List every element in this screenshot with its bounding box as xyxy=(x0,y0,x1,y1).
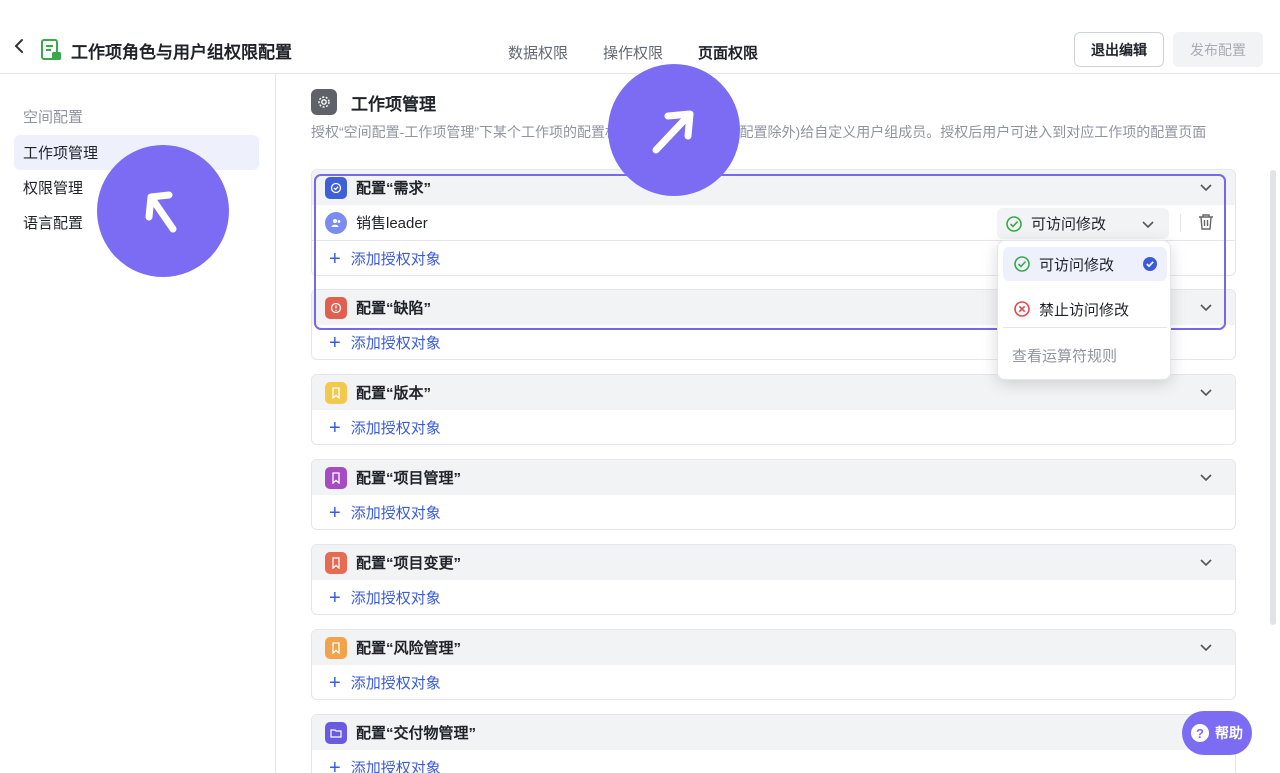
tutorial-pointer-tabs xyxy=(608,64,740,196)
member-row: 销售leader 可访问修改 xyxy=(312,205,1235,241)
scrollbar[interactable] xyxy=(1270,170,1276,625)
tutorial-pointer-sidebar xyxy=(97,145,229,277)
add-authorized-object-button[interactable]: + 添加授权对象 xyxy=(312,750,1235,773)
card-header[interactable]: 配置“需求” xyxy=(312,170,1235,205)
chevron-down-icon[interactable] xyxy=(1199,640,1213,654)
check-circle-icon xyxy=(1006,215,1022,232)
check-circle-icon xyxy=(1014,256,1030,272)
question-icon: ? xyxy=(1191,724,1209,742)
card-title: 配置“风险管理” xyxy=(356,640,462,657)
config-card-risk-management: 配置“风险管理” + 添加授权对象 xyxy=(311,629,1236,700)
add-label: 添加授权对象 xyxy=(350,760,441,773)
arrow-up-right-icon xyxy=(652,110,694,154)
dropdown-option-allow[interactable]: 可访问修改 xyxy=(1003,247,1167,281)
card-header[interactable]: 配置“交付物管理” xyxy=(312,715,1235,750)
folder-icon xyxy=(325,721,347,744)
plus-icon: + xyxy=(329,501,341,524)
chevron-down-icon[interactable] xyxy=(1199,180,1213,194)
document-lock-icon xyxy=(40,38,62,62)
card-header[interactable]: 配置“风险管理” xyxy=(312,630,1235,665)
add-label: 添加授权对象 xyxy=(350,420,441,437)
bookmark-icon xyxy=(325,551,347,574)
chevron-down-icon xyxy=(1142,221,1154,229)
arrow-up-left-icon xyxy=(145,191,177,233)
alert-circle-icon xyxy=(325,296,347,319)
section-description: 授权“空间配置-工作项管理”下某个工作项的配置权限(角色/流程的权限配置除外)给… xyxy=(311,124,1207,140)
help-label: 帮助 xyxy=(1215,725,1243,741)
card-title: 配置“版本” xyxy=(356,385,432,402)
add-label: 添加授权对象 xyxy=(350,675,441,692)
chevron-down-icon[interactable] xyxy=(1199,470,1213,484)
add-label: 添加授权对象 xyxy=(350,251,441,268)
tab-operation-permission[interactable]: 操作权限 xyxy=(603,42,663,63)
option-label: 可访问修改 xyxy=(1039,256,1115,274)
config-card-project-management: 配置“项目管理” + 添加授权对象 xyxy=(311,459,1236,530)
add-label: 添加授权对象 xyxy=(350,335,441,352)
card-header[interactable]: 配置“版本” xyxy=(312,375,1235,410)
tab-bar: 数据权限 操作权限 页面权限 xyxy=(508,42,758,63)
permission-select[interactable]: 可访问修改 xyxy=(997,208,1169,239)
bookmark-icon xyxy=(325,381,347,404)
config-card-project-change: 配置“项目变更” + 添加授权对象 xyxy=(311,544,1236,615)
plus-icon: + xyxy=(329,756,341,773)
card-title: 配置“交付物管理” xyxy=(356,725,477,742)
card-title: 配置“需求” xyxy=(356,180,432,197)
member-name: 销售leader xyxy=(356,215,428,232)
chevron-down-icon[interactable] xyxy=(1199,555,1213,569)
chevron-down-icon[interactable] xyxy=(1199,300,1213,314)
view-operator-rules-link[interactable]: 查看运算符规则 xyxy=(1012,345,1117,366)
permission-dropdown: 可访问修改 禁止访问修改 查看运算符规则 xyxy=(997,240,1171,380)
trash-icon[interactable] xyxy=(1198,213,1214,231)
add-authorized-object-button[interactable]: + 添加授权对象 xyxy=(312,580,1235,614)
exit-edit-button[interactable]: 退出编辑 xyxy=(1074,32,1164,67)
config-card-version: 配置“版本” + 添加授权对象 xyxy=(311,374,1236,445)
card-title: 配置“项目管理” xyxy=(356,470,462,487)
tab-data-permission[interactable]: 数据权限 xyxy=(508,42,568,63)
add-authorized-object-button[interactable]: + 添加授权对象 xyxy=(312,410,1235,444)
plus-icon: + xyxy=(329,671,341,694)
dropdown-option-deny[interactable]: 禁止访问修改 xyxy=(1003,292,1167,326)
page-title: 工作项角色与用户组权限配置 xyxy=(71,43,292,62)
add-authorized-object-button[interactable]: + 添加授权对象 xyxy=(312,665,1235,699)
gear-icon xyxy=(311,89,337,115)
card-title: 配置“项目变更” xyxy=(356,555,462,572)
card-title: 配置“缺陷” xyxy=(356,300,432,317)
divider xyxy=(1180,214,1181,232)
help-button[interactable]: ? 帮助 xyxy=(1182,711,1252,755)
plus-icon: + xyxy=(329,247,341,270)
add-authorized-object-button[interactable]: + 添加授权对象 xyxy=(312,495,1235,529)
plus-icon: + xyxy=(329,416,341,439)
bookmark-icon xyxy=(325,466,347,489)
bookmark-icon xyxy=(325,636,347,659)
config-card-deliverable-management: 配置“交付物管理” + 添加授权对象 xyxy=(311,714,1236,773)
user-group-icon xyxy=(325,211,347,234)
dropdown-divider xyxy=(1003,327,1167,328)
publish-config-button[interactable]: 发布配置 xyxy=(1173,32,1263,67)
chevron-down-icon[interactable] xyxy=(1199,385,1213,399)
card-header[interactable]: 配置“项目变更” xyxy=(312,545,1235,580)
check-circle-icon xyxy=(325,176,347,199)
plus-icon: + xyxy=(329,331,341,354)
add-label: 添加授权对象 xyxy=(350,505,441,522)
option-label: 禁止访问修改 xyxy=(1039,301,1130,319)
back-arrow-icon[interactable] xyxy=(14,38,24,59)
section-title: 工作项管理 xyxy=(351,95,436,114)
sidebar-group-label: 空间配置 xyxy=(23,109,84,126)
tab-page-permission[interactable]: 页面权限 xyxy=(698,42,758,63)
top-bar: 工作项角色与用户组权限配置 数据权限 操作权限 页面权限 退出编辑 发布配置 xyxy=(0,0,1280,74)
x-circle-icon xyxy=(1014,301,1030,317)
add-label: 添加授权对象 xyxy=(350,590,441,607)
selected-check-icon xyxy=(1143,257,1157,271)
card-header[interactable]: 配置“项目管理” xyxy=(312,460,1235,495)
plus-icon: + xyxy=(329,586,341,609)
permission-select-value: 可访问修改 xyxy=(1031,216,1107,233)
